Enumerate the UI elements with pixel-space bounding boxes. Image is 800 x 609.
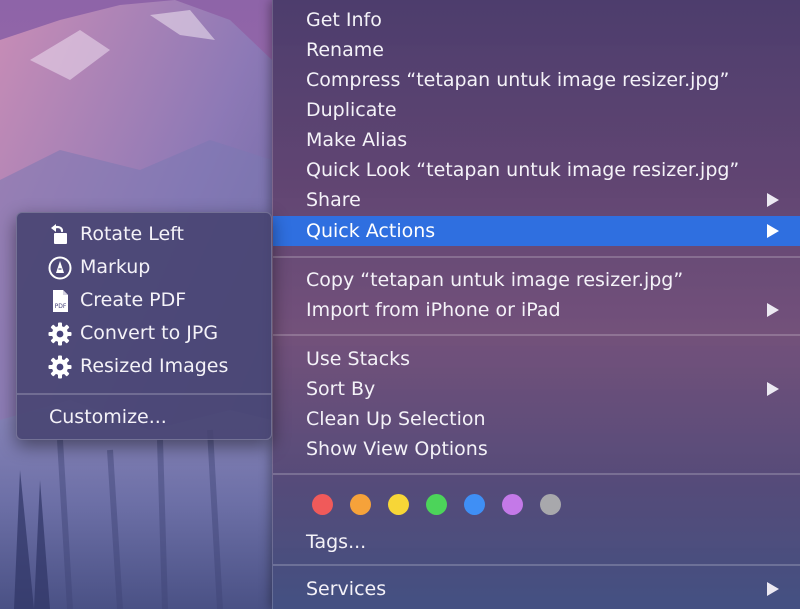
menu-separator [273,334,800,336]
submenu-arrow-icon [767,582,779,596]
menu-item-sort-by[interactable]: Sort By [273,374,800,404]
menu-item-label: Compress “tetapan untuk image resizer.jp… [306,69,730,91]
context-menu: Get Info Rename Compress “tetapan untuk … [272,0,800,609]
submenu-item-markup[interactable]: Markup [17,251,271,283]
menu-item-label: Share [306,189,361,211]
submenu-arrow-icon [767,224,779,238]
menu-item-label: Make Alias [306,129,408,151]
menu-item-label: Quick Actions [306,220,436,242]
submenu-item-customize[interactable]: Customize... [17,401,271,433]
menu-item-clean-up-selection[interactable]: Clean Up Selection [273,404,800,434]
tag-gray-dot[interactable] [540,494,561,515]
menu-item-show-view-options[interactable]: Show View Options [273,434,800,464]
submenu-item-convert-to-jpg[interactable]: Convert to JPG [17,317,271,349]
menu-item-use-stacks[interactable]: Use Stacks [273,344,800,374]
rotate-left-icon [51,224,67,244]
tag-blue-dot[interactable] [464,494,485,515]
submenu-separator [17,393,271,395]
menu-item-import-from-iphone[interactable]: Import from iPhone or iPad [273,295,800,325]
submenu-item-label: Create PDF [80,289,187,311]
submenu-item-label: Resized Images [80,355,229,377]
menu-item-label: Duplicate [306,99,397,121]
menu-item-label: Get Info [306,9,382,31]
svg-text:PDF: PDF [55,303,67,310]
menu-item-duplicate[interactable]: Duplicate [273,95,800,125]
submenu-item-rotate-left[interactable]: Rotate Left [17,218,271,250]
submenu-item-create-pdf[interactable]: PDF Create PDF [17,284,271,316]
tag-yellow-dot[interactable] [388,494,409,515]
menu-separator [273,564,800,566]
menu-item-services[interactable]: Services [273,574,800,604]
menu-item-label: Show View Options [306,438,488,460]
menu-item-label: Clean Up Selection [306,408,486,430]
menu-item-label: Tags... [306,531,367,553]
submenu-item-resized-images[interactable]: Resized Images [17,350,271,382]
tag-orange-dot[interactable] [350,494,371,515]
menu-separator [273,256,800,258]
menu-separator [273,473,800,475]
gear-icon [48,355,72,379]
submenu-arrow-icon [767,193,779,207]
menu-item-label: Quick Look “tetapan untuk image resizer.… [306,159,740,181]
menu-item-label: Sort By [306,378,376,400]
submenu-item-label: Markup [80,256,151,278]
menu-item-compress[interactable]: Compress “tetapan untuk image resizer.jp… [273,65,800,95]
menu-item-copy[interactable]: Copy “tetapan untuk image resizer.jpg” [273,265,800,295]
submenu-arrow-icon [767,382,779,396]
gear-icon [48,322,72,346]
submenu-item-label: Rotate Left [80,223,184,245]
menu-item-label: Rename [306,39,384,61]
tag-purple-dot[interactable] [502,494,523,515]
menu-item-make-alias[interactable]: Make Alias [273,125,800,155]
menu-item-tags[interactable]: Tags... [273,527,800,557]
menu-item-label: Import from iPhone or iPad [306,299,561,321]
tag-green-dot[interactable] [426,494,447,515]
menu-item-label: Services [306,578,387,600]
menu-item-label: Copy “tetapan untuk image resizer.jpg” [306,269,684,291]
pdf-icon: PDF [53,290,68,312]
submenu-item-label: Customize... [49,406,167,428]
submenu-arrow-icon [767,303,779,317]
menu-item-quick-look[interactable]: Quick Look “tetapan untuk image resizer.… [273,155,800,185]
menu-item-rename[interactable]: Rename [273,35,800,65]
quick-actions-submenu: Rotate Left Markup PDF Create PDF Conver… [16,212,272,440]
submenu-item-label: Convert to JPG [80,322,219,344]
markup-icon [48,256,72,280]
menu-item-get-info[interactable]: Get Info [273,5,800,35]
menu-item-label: Use Stacks [306,348,411,370]
menu-item-quick-actions[interactable]: Quick Actions [273,216,800,246]
tag-red-dot[interactable] [312,494,333,515]
menu-item-share[interactable]: Share [273,185,800,215]
